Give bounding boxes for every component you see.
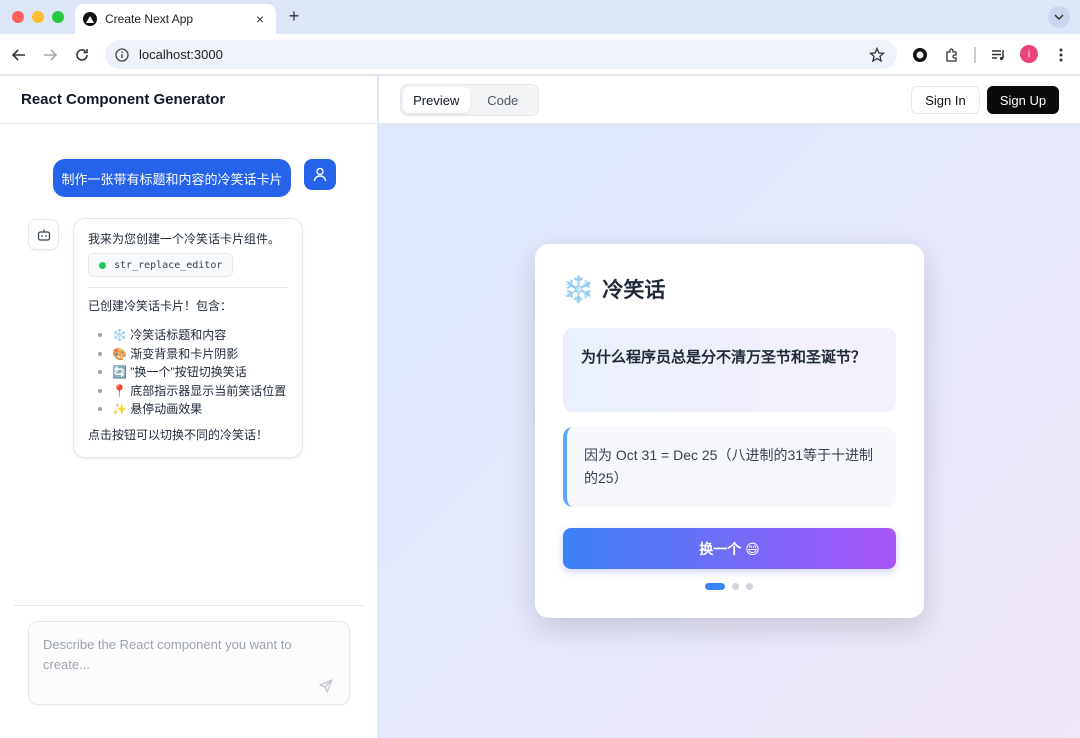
list-item: 📍 底部指示器显示当前笑话位置 (98, 382, 288, 401)
sign-up-button[interactable]: Sign Up (987, 86, 1059, 114)
url-text: localhost:3000 (139, 47, 223, 62)
joke-indicator (705, 583, 760, 590)
site-info-icon[interactable] (115, 47, 129, 62)
list-item: ❄️ 冷笑话标题和内容 (98, 326, 288, 345)
send-icon (319, 679, 333, 693)
close-window-button[interactable] (12, 11, 24, 23)
forward-button[interactable] (40, 45, 60, 65)
message-divider (88, 287, 288, 288)
tab-preview[interactable]: Preview (403, 87, 470, 113)
new-tab-button[interactable]: + (284, 6, 304, 27)
assistant-summary-text: 已创建冷笑话卡片！包含： (88, 299, 233, 313)
view-toggle: Preview Code (400, 84, 539, 116)
sign-in-button[interactable]: Sign In (911, 86, 980, 114)
list-item: 🔄 "换一个"按钮切换笑话 (98, 363, 288, 382)
tab-search-button[interactable] (1048, 6, 1070, 28)
feature-list: ❄️ 冷笑话标题和内容 🎨 渐变背景和卡片阴影 🔄 "换一个"按钮切换笑话 📍 … (88, 326, 288, 419)
assistant-outro-text: 点击按钮可以切换不同的冷笑话！ (88, 427, 269, 442)
bot-icon (37, 229, 50, 241)
joke-card: ❄️ 冷笑话 为什么程序员总是分不清万圣节和圣诞节？ 因为 Oct 31 = D… (535, 244, 924, 618)
tab-code[interactable]: Code (470, 87, 537, 113)
tool-status-dot (99, 261, 106, 269)
reload-button[interactable] (72, 45, 92, 65)
bookmark-star-icon[interactable] (869, 46, 885, 63)
reload-icon (76, 49, 88, 61)
nextjs-favicon-icon (83, 12, 97, 26)
extension-record-icon[interactable] (910, 45, 930, 65)
bot-avatar (28, 219, 59, 250)
card-header: ❄️ 冷笑话 (562, 274, 665, 304)
preview-header: Preview Code Sign In Sign Up (379, 76, 1080, 124)
maximize-window-button[interactable] (52, 11, 64, 23)
snowflake-icon: ❄️ (562, 274, 595, 304)
prompt-input[interactable] (29, 622, 349, 704)
media-queue-icon[interactable] (988, 45, 1008, 65)
tool-name: str_replace_editor (114, 259, 223, 271)
chat-panel-header: React Component Generator (0, 76, 377, 124)
user-icon (313, 167, 327, 182)
answer-box: 因为 Oct 31 = Dec 25（八进制的31等于十进制的25） (563, 427, 896, 507)
user-avatar (304, 159, 336, 190)
assistant-message-bubble: 我来为您创建一个冷笑话卡片组件。 str_replace_editor 已创建冷… (73, 218, 303, 458)
chat-panel: React Component Generator 制作一张带有标题和内容的冷笑… (0, 76, 378, 738)
arrow-right-icon (44, 49, 57, 61)
assistant-intro-text: 我来为您创建一个冷笑话卡片组件。 (88, 232, 281, 246)
toolbar-divider (974, 47, 976, 63)
input-divider (14, 605, 364, 606)
list-item: 🎨 渐变背景和卡片阴影 (98, 345, 288, 364)
app-title: React Component Generator (21, 91, 226, 108)
indicator-dot[interactable] (732, 583, 739, 590)
indicator-dot[interactable] (746, 583, 753, 590)
tab-close-icon[interactable]: × (252, 11, 268, 27)
browser-toolbar: localhost:3000 (0, 34, 1080, 75)
joke-answer: 因为 Oct 31 = Dec 25（八进制的31等于十进制的25） (584, 447, 874, 486)
preview-area: ❄️ 冷笑话 为什么程序员总是分不清万圣节和圣诞节？ 因为 Oct 31 = D… (379, 125, 1080, 738)
browser-tab-bar: Create Next App × + (0, 0, 1080, 34)
arrow-left-icon (12, 49, 25, 61)
back-button[interactable] (9, 45, 29, 65)
minimize-window-button[interactable] (32, 11, 44, 23)
extensions-puzzle-icon[interactable] (942, 45, 962, 65)
address-bar[interactable]: localhost:3000 (105, 40, 897, 69)
send-button[interactable] (317, 677, 335, 695)
next-joke-button[interactable]: 换一个 😄 (563, 528, 896, 569)
prompt-input-container (28, 621, 350, 705)
joke-question: 为什么程序员总是分不清万圣节和圣诞节？ (581, 349, 867, 366)
browser-menu-icon[interactable] (1051, 45, 1071, 65)
profile-avatar[interactable]: i (1020, 45, 1038, 63)
browser-tab[interactable]: Create Next App × (75, 4, 276, 34)
card-title: 冷笑话 (602, 279, 666, 302)
user-message-bubble: 制作一张带有标题和内容的冷笑话卡片 (53, 159, 291, 197)
tab-title: Create Next App (105, 12, 194, 26)
indicator-dot-active[interactable] (705, 583, 725, 590)
question-box: 为什么程序员总是分不清万圣节和圣诞节？ (563, 328, 896, 412)
tool-call-chip: str_replace_editor (88, 253, 234, 277)
list-item: ✨ 悬停动画效果 (98, 400, 288, 419)
